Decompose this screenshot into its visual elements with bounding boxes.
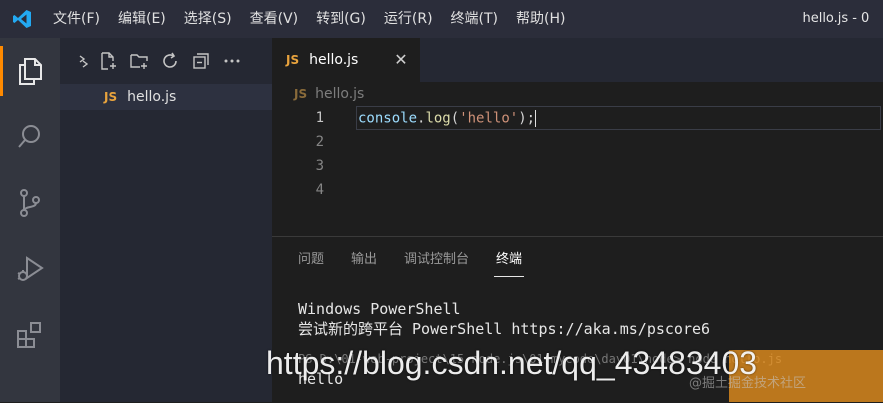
tab-problems[interactable]: 问题 (298, 237, 324, 283)
menu-selection[interactable]: 选择(S) (175, 0, 241, 38)
tab-terminal[interactable]: 终端 (494, 237, 525, 283)
new-folder-icon[interactable] (128, 50, 150, 72)
tab-label: hello.js (309, 52, 359, 68)
file-name: hello.js (127, 89, 177, 105)
token-object: console (358, 110, 418, 126)
explorer-icon[interactable] (0, 38, 60, 104)
tab-output[interactable]: 输出 (351, 237, 377, 283)
activity-bar (0, 38, 60, 402)
menu-help[interactable]: 帮助(H) (507, 0, 574, 38)
code-line[interactable]: 4 (272, 178, 883, 202)
token-function: log (425, 110, 451, 126)
menu-go[interactable]: 转到(G) (307, 0, 375, 38)
js-file-icon: JS (286, 53, 300, 67)
code-line[interactable]: 3 (272, 154, 883, 178)
explorer-toolbar (60, 38, 272, 84)
terminal-line: Windows PowerShell (298, 300, 461, 318)
tab-hello-js[interactable]: JS hello.js ✕ (272, 38, 420, 82)
breadcrumb[interactable]: JS hello.js (272, 82, 883, 106)
collapse-all-icon[interactable] (190, 50, 212, 72)
new-file-icon[interactable] (97, 50, 119, 72)
code-editor[interactable]: 1 console.log('hello'); 2 3 4 5 (272, 106, 883, 202)
explorer-sidebar: JS hello.js (60, 38, 272, 402)
refresh-icon[interactable] (159, 50, 181, 72)
editor-tab-bar: JS hello.js ✕ (272, 38, 883, 82)
token-string: 'hello' (459, 110, 519, 126)
menu-file[interactable]: 文件(F) (44, 0, 109, 38)
js-file-icon: JS (104, 90, 118, 104)
vscode-logo-icon (0, 0, 44, 38)
code-line[interactable]: 1 console.log('hello'); (272, 106, 883, 130)
menu-run[interactable]: 运行(R) (375, 0, 442, 38)
search-icon[interactable] (0, 104, 60, 170)
menu-view[interactable]: 查看(V) (241, 0, 308, 38)
breadcrumb-file[interactable]: hello.js (315, 86, 364, 102)
token-close-paren: ) (518, 110, 527, 126)
window-title: hello.js - (802, 11, 857, 26)
collapse-icon[interactable] (78, 50, 88, 72)
window-title-suffix: 0 (861, 11, 870, 26)
token-open-paren: ( (450, 110, 460, 126)
title-bar: 文件(F) 编辑(E) 选择(S) 查看(V) 转到(G) 运行(R) 终端(T… (0, 0, 883, 38)
code-line[interactable]: 2 (272, 130, 883, 154)
line-number: 4 (315, 182, 324, 198)
line-number: 2 (315, 134, 324, 150)
line-number: 1 (315, 110, 324, 126)
terminal-line: 尝试新的跨平台 PowerShell https://aka.ms/pscore… (298, 320, 711, 338)
run-debug-icon[interactable] (0, 236, 60, 302)
menu-terminal[interactable]: 终端(T) (442, 0, 507, 38)
line-number: 3 (315, 158, 324, 174)
tab-debug-console[interactable]: 调试控制台 (404, 237, 469, 283)
code-content[interactable]: console.log('hello'); (358, 109, 537, 127)
more-icon[interactable] (221, 50, 243, 72)
close-icon[interactable]: ✕ (392, 50, 410, 69)
menu-bar: 文件(F) 编辑(E) 选择(S) 查看(V) 转到(G) 运行(R) 终端(T… (44, 0, 574, 38)
token-semicolon: ; (526, 110, 536, 126)
menu-edit[interactable]: 编辑(E) (109, 0, 175, 38)
text-cursor (535, 109, 537, 127)
js-file-icon: JS (294, 87, 308, 101)
file-item-hello-js[interactable]: JS hello.js (60, 84, 272, 110)
source-control-icon[interactable] (0, 170, 60, 236)
extensions-icon[interactable] (0, 302, 60, 368)
watermark-url: https://blog.csdn.net/qq_43483403 (266, 345, 758, 381)
panel-tab-bar: 问题 输出 调试控制台 终端 (272, 237, 883, 283)
